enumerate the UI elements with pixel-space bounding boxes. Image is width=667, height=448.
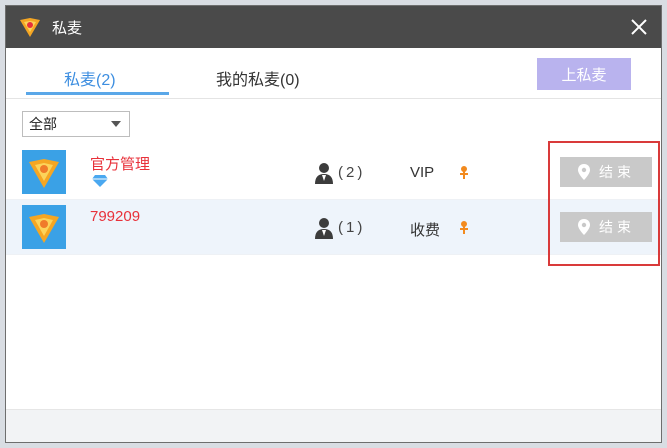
go-private-mic-button[interactable]: 上私麦 bbox=[537, 58, 631, 90]
viewer-count: (2) bbox=[338, 164, 366, 181]
viewer-count: (1) bbox=[338, 219, 366, 236]
bottom-bar bbox=[6, 409, 661, 442]
close-icon[interactable] bbox=[627, 15, 651, 39]
app-logo-icon bbox=[20, 18, 40, 37]
tab-my-private-mic[interactable]: 我的私麦(0) bbox=[216, 66, 300, 90]
pin-icon bbox=[460, 221, 468, 234]
user-icon bbox=[315, 218, 333, 239]
highlight-box bbox=[548, 141, 660, 266]
filter-select[interactable]: 全部 bbox=[22, 111, 130, 137]
filter-selected-value: 全部 bbox=[29, 116, 57, 132]
user-name[interactable]: 799209 bbox=[90, 208, 140, 225]
window-title: 私麦 bbox=[52, 19, 83, 37]
pin-icon bbox=[460, 166, 468, 179]
chevron-down-icon bbox=[111, 121, 121, 127]
mic-type: 收费 bbox=[410, 222, 441, 239]
avatar bbox=[22, 205, 66, 249]
avatar bbox=[22, 150, 66, 194]
tab-private-mic[interactable]: 私麦(2) bbox=[64, 66, 116, 90]
filter-row: 全部 bbox=[6, 99, 661, 145]
tab-bar: 私麦(2) 我的私麦(0) 上私麦 bbox=[6, 48, 661, 99]
mic-type: VIP bbox=[410, 164, 435, 181]
user-name[interactable]: 官方管理 bbox=[90, 153, 150, 174]
private-mic-window: 私麦 私麦(2) 我的私麦(0) 上私麦 全部 官方管理 (2) VIP 结束 … bbox=[5, 5, 662, 443]
diamond-icon bbox=[92, 175, 108, 187]
user-icon bbox=[315, 163, 333, 184]
title-bar: 私麦 bbox=[6, 6, 661, 48]
active-tab-underline bbox=[26, 92, 169, 95]
